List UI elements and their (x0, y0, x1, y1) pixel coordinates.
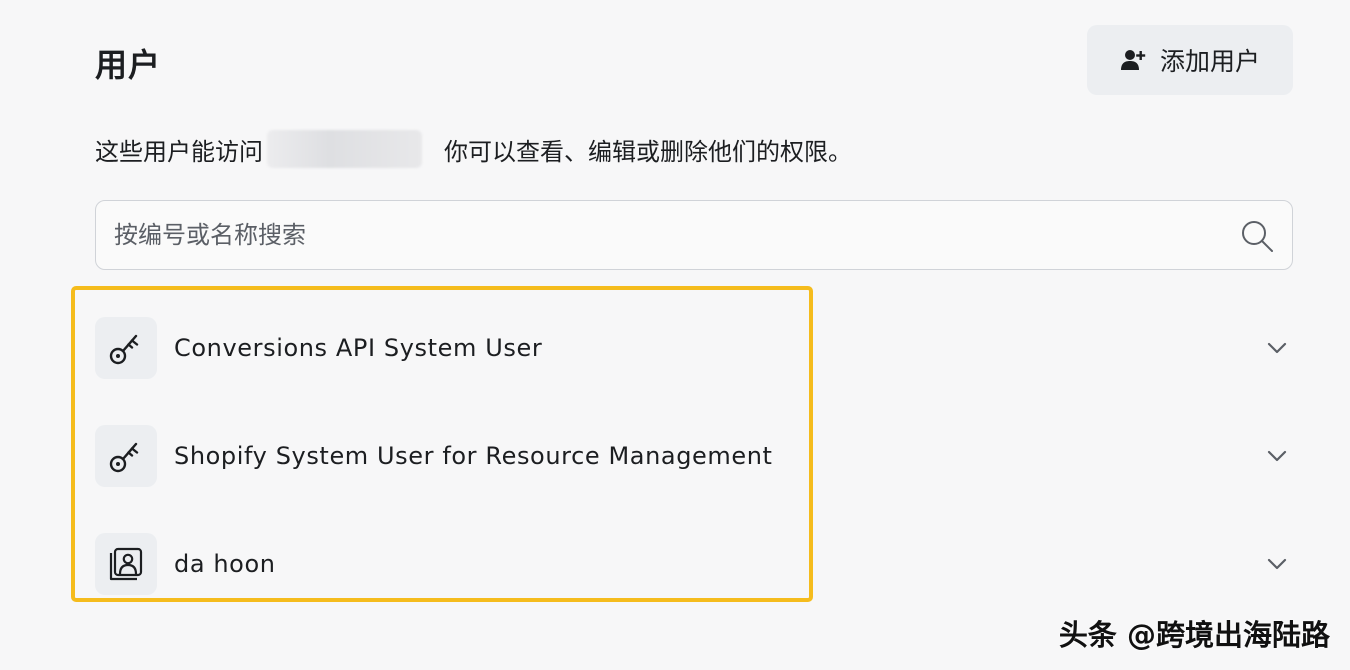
add-user-button[interactable]: 添加用户 (1087, 25, 1293, 95)
add-person-icon (1120, 50, 1146, 70)
page-description: 这些用户能访问 你可以查看、编辑或删除他们的权限。 (95, 130, 852, 168)
watermark: 头条 @跨境出海陆路 (1058, 618, 1330, 652)
user-name: Conversions API System User (174, 334, 543, 362)
redacted-business-name (267, 130, 422, 168)
key-icon (109, 334, 139, 365)
user-name: Shopify System User for Resource Managem… (174, 442, 773, 470)
chevron-down-icon[interactable] (1265, 444, 1289, 468)
user-row[interactable]: Conversions API System User (95, 317, 1293, 379)
search-box (95, 200, 1293, 270)
search-icon[interactable] (1240, 219, 1274, 253)
user-name: da hoon (174, 550, 276, 578)
key-icon (109, 442, 139, 473)
chevron-down-icon[interactable] (1265, 336, 1289, 360)
person-photo-icon (109, 547, 143, 581)
description-before: 这些用户能访问 (95, 137, 263, 166)
search-input[interactable] (114, 221, 1292, 249)
user-avatar (95, 533, 157, 595)
page-title: 用户 (95, 46, 162, 84)
user-row[interactable]: da hoon (95, 533, 1293, 595)
chevron-down-icon[interactable] (1265, 552, 1289, 576)
user-avatar (95, 317, 157, 379)
add-user-label: 添加用户 (1159, 47, 1260, 76)
user-avatar (95, 425, 157, 487)
user-row[interactable]: Shopify System User for Resource Managem… (95, 425, 1293, 487)
description-after: 你可以查看、编辑或删除他们的权限。 (444, 137, 852, 166)
